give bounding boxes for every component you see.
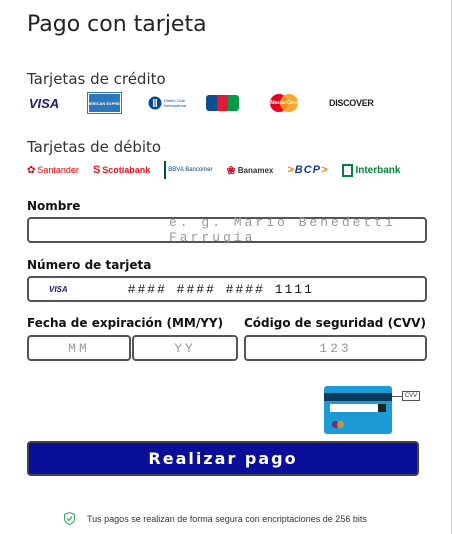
shield-check-icon: [64, 512, 75, 525]
cvv-card-illustration: [324, 386, 392, 434]
secure-notice-text: Tus pagos se realizan de forma segura co…: [87, 513, 367, 524]
payment-panel: Pago con tarjeta Tarjetas de crédito VIS…: [0, 0, 452, 534]
cvv-hint-connector: [392, 396, 402, 397]
name-input[interactable]: e. g. Mario Benedetti Farrugia: [27, 215, 427, 245]
banamex-logo: ❀ Banamex: [226, 164, 274, 177]
name-placeholder: e. g. Mario Benedetti Farrugia: [169, 215, 396, 245]
secure-notice: Tus pagos se realizan de forma segura co…: [64, 512, 367, 525]
debit-logos: ✿ Santander S Scotiabank BBVA Bancomer ❀ Ba…: [27, 161, 400, 179]
name-label: Nombre: [27, 199, 81, 213]
jcb-logo: [206, 95, 239, 111]
card-number-label: Número de tarjeta: [27, 258, 152, 272]
card-brand-visa-icon: VISA: [49, 284, 68, 294]
cvv-label: Código de seguridad (CVV): [244, 316, 426, 330]
credit-logos: VISA AMERICAN EXPRESS Diners Club Intern…: [27, 92, 374, 114]
expiry-month-input[interactable]: MM: [27, 335, 131, 361]
amex-logo: AMERICAN EXPRESS: [84, 92, 125, 114]
visa-logo: VISA: [28, 95, 60, 111]
expiry-year-placeholder: YY: [174, 340, 196, 356]
card-number-value: #### #### #### 1111: [127, 281, 314, 297]
cvv-input[interactable]: 123: [244, 335, 427, 361]
debit-cards-label: Tarjetas de débito: [27, 138, 162, 156]
expiry-label: Fecha de expiración (MM/YY): [27, 316, 224, 330]
page-title: Pago con tarjeta: [27, 12, 207, 37]
card-number-input[interactable]: VISA #### #### #### 1111: [27, 276, 427, 302]
discover-logo: DISCOVER: [329, 98, 374, 108]
santander-logo: ✿ Santander: [27, 164, 79, 176]
interbank-logo: Interbank: [342, 161, 400, 179]
scotiabank-logo: S Scotiabank: [92, 164, 151, 176]
cvv-hint-box: CVV: [402, 391, 420, 401]
cvv-placeholder: 123: [319, 340, 352, 356]
expiry-month-placeholder: MM: [68, 340, 90, 356]
pay-button-label: Realizar pago: [148, 449, 298, 468]
expiry-year-input[interactable]: YY: [132, 335, 238, 361]
bbva-logo: BBVA Bancomer: [164, 161, 213, 179]
pay-button[interactable]: Realizar pago: [27, 441, 419, 476]
bcp-logo: > BCP >: [287, 164, 329, 176]
mastercard-logo: MasterCard: [268, 93, 300, 113]
diners-mark-icon: [148, 96, 162, 110]
diners-logo: Diners Club International: [147, 93, 193, 113]
credit-cards-label: Tarjetas de crédito: [27, 70, 166, 88]
